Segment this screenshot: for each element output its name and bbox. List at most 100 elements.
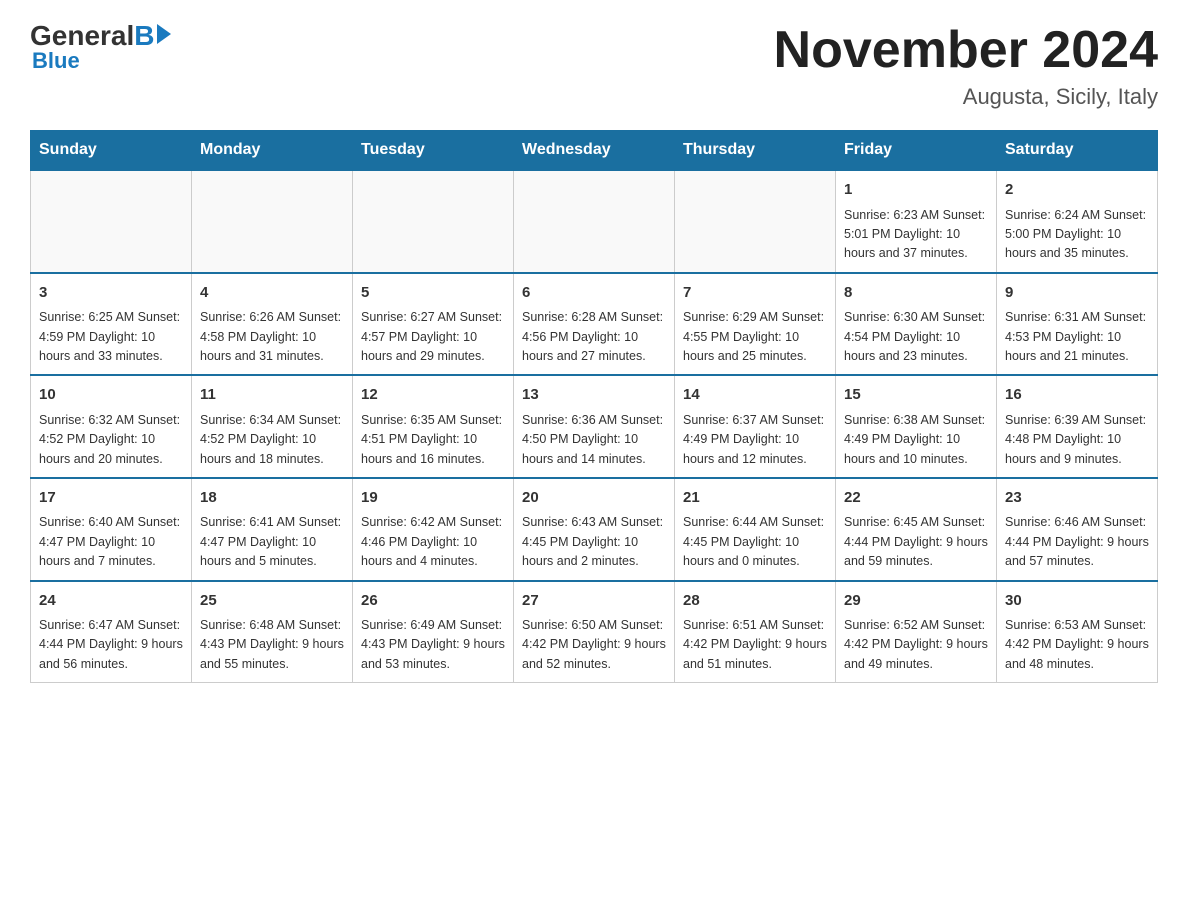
calendar-cell: 30 Sunrise: 6:53 AM Sunset: 4:42 PM Dayli…	[997, 581, 1158, 683]
day-number: 22	[844, 487, 988, 510]
day-info: Sunrise: 6:26 AM Sunset: 4:58 PM Dayligh…	[200, 308, 344, 366]
calendar-cell: 27 Sunrise: 6:50 AM Sunset: 4:42 PM Dayli…	[514, 581, 675, 683]
day-info: Sunrise: 6:36 AM Sunset: 4:50 PM Dayligh…	[522, 411, 666, 469]
day-info: Sunrise: 6:27 AM Sunset: 4:57 PM Dayligh…	[361, 308, 505, 366]
calendar-cell: 12 Sunrise: 6:35 AM Sunset: 4:51 PM Dayli…	[353, 375, 514, 478]
calendar-cell: 22 Sunrise: 6:45 AM Sunset: 4:44 PM Dayli…	[836, 478, 997, 581]
day-info: Sunrise: 6:28 AM Sunset: 4:56 PM Dayligh…	[522, 308, 666, 366]
calendar-header-wednesday: Wednesday	[514, 131, 675, 171]
day-number: 26	[361, 590, 505, 613]
day-number: 29	[844, 590, 988, 613]
day-info: Sunrise: 6:52 AM Sunset: 4:42 PM Dayligh…	[844, 616, 988, 674]
calendar-cell	[192, 170, 353, 273]
day-info: Sunrise: 6:40 AM Sunset: 4:47 PM Dayligh…	[39, 513, 183, 571]
day-number: 11	[200, 384, 344, 407]
calendar-cell: 26 Sunrise: 6:49 AM Sunset: 4:43 PM Dayli…	[353, 581, 514, 683]
day-number: 2	[1005, 179, 1149, 202]
day-number: 1	[844, 179, 988, 202]
day-info: Sunrise: 6:32 AM Sunset: 4:52 PM Dayligh…	[39, 411, 183, 469]
calendar-cell: 28 Sunrise: 6:51 AM Sunset: 4:42 PM Dayli…	[675, 581, 836, 683]
day-info: Sunrise: 6:53 AM Sunset: 4:42 PM Dayligh…	[1005, 616, 1149, 674]
day-info: Sunrise: 6:35 AM Sunset: 4:51 PM Dayligh…	[361, 411, 505, 469]
day-info: Sunrise: 6:45 AM Sunset: 4:44 PM Dayligh…	[844, 513, 988, 571]
calendar-cell: 20Sunrise: 6:43 AM Sunset: 4:45 PM Dayli…	[514, 478, 675, 581]
day-number: 30	[1005, 590, 1149, 613]
calendar-week-2: 3 Sunrise: 6:25 AM Sunset: 4:59 PM Daylig…	[31, 273, 1158, 376]
calendar-week-5: 24 Sunrise: 6:47 AM Sunset: 4:44 PM Dayli…	[31, 581, 1158, 683]
day-info: Sunrise: 6:51 AM Sunset: 4:42 PM Dayligh…	[683, 616, 827, 674]
logo-blue-sub: Blue	[32, 48, 80, 74]
page-title: November 2024	[774, 20, 1158, 80]
calendar-cell: 11 Sunrise: 6:34 AM Sunset: 4:52 PM Dayli…	[192, 375, 353, 478]
calendar-cell: 5 Sunrise: 6:27 AM Sunset: 4:57 PM Daylig…	[353, 273, 514, 376]
calendar-cell: 29 Sunrise: 6:52 AM Sunset: 4:42 PM Dayli…	[836, 581, 997, 683]
calendar-cell: 25Sunrise: 6:48 AM Sunset: 4:43 PM Dayli…	[192, 581, 353, 683]
calendar-cell: 13 Sunrise: 6:36 AM Sunset: 4:50 PM Dayli…	[514, 375, 675, 478]
logo-arrow-icon	[157, 24, 171, 44]
calendar-header-thursday: Thursday	[675, 131, 836, 171]
calendar-table: SundayMondayTuesdayWednesdayThursdayFrid…	[30, 130, 1158, 683]
title-block: November 2024 Augusta, Sicily, Italy	[774, 20, 1158, 110]
day-number: 9	[1005, 282, 1149, 305]
calendar-header-friday: Friday	[836, 131, 997, 171]
day-number: 14	[683, 384, 827, 407]
day-number: 5	[361, 282, 505, 305]
day-number: 20	[522, 487, 666, 510]
logo: General B Blue	[30, 20, 171, 74]
calendar-week-3: 10Sunrise: 6:32 AM Sunset: 4:52 PM Dayli…	[31, 375, 1158, 478]
day-number: 21	[683, 487, 827, 510]
day-info: Sunrise: 6:41 AM Sunset: 4:47 PM Dayligh…	[200, 513, 344, 571]
day-info: Sunrise: 6:39 AM Sunset: 4:48 PM Dayligh…	[1005, 411, 1149, 469]
calendar-cell: 16 Sunrise: 6:39 AM Sunset: 4:48 PM Dayli…	[997, 375, 1158, 478]
day-number: 12	[361, 384, 505, 407]
day-number: 13	[522, 384, 666, 407]
calendar-header-saturday: Saturday	[997, 131, 1158, 171]
calendar-cell: 2 Sunrise: 6:24 AM Sunset: 5:00 PM Daylig…	[997, 170, 1158, 273]
day-number: 27	[522, 590, 666, 613]
page-header: General B Blue November 2024 Augusta, Si…	[30, 20, 1158, 110]
day-info: Sunrise: 6:25 AM Sunset: 4:59 PM Dayligh…	[39, 308, 183, 366]
day-info: Sunrise: 6:34 AM Sunset: 4:52 PM Dayligh…	[200, 411, 344, 469]
calendar-cell: 23 Sunrise: 6:46 AM Sunset: 4:44 PM Dayli…	[997, 478, 1158, 581]
day-number: 24	[39, 590, 183, 613]
calendar-cell	[514, 170, 675, 273]
calendar-header-tuesday: Tuesday	[353, 131, 514, 171]
calendar-cell	[353, 170, 514, 273]
day-info: Sunrise: 6:31 AM Sunset: 4:53 PM Dayligh…	[1005, 308, 1149, 366]
day-info: Sunrise: 6:42 AM Sunset: 4:46 PM Dayligh…	[361, 513, 505, 571]
day-info: Sunrise: 6:29 AM Sunset: 4:55 PM Dayligh…	[683, 308, 827, 366]
calendar-week-4: 17 Sunrise: 6:40 AM Sunset: 4:47 PM Dayli…	[31, 478, 1158, 581]
calendar-cell: 24 Sunrise: 6:47 AM Sunset: 4:44 PM Dayli…	[31, 581, 192, 683]
calendar-cell: 21 Sunrise: 6:44 AM Sunset: 4:45 PM Dayli…	[675, 478, 836, 581]
day-info: Sunrise: 6:46 AM Sunset: 4:44 PM Dayligh…	[1005, 513, 1149, 571]
day-info: Sunrise: 6:47 AM Sunset: 4:44 PM Dayligh…	[39, 616, 183, 674]
day-info: Sunrise: 6:37 AM Sunset: 4:49 PM Dayligh…	[683, 411, 827, 469]
day-info: Sunrise: 6:44 AM Sunset: 4:45 PM Dayligh…	[683, 513, 827, 571]
day-number: 4	[200, 282, 344, 305]
day-info: Sunrise: 6:49 AM Sunset: 4:43 PM Dayligh…	[361, 616, 505, 674]
day-info: Sunrise: 6:30 AM Sunset: 4:54 PM Dayligh…	[844, 308, 988, 366]
day-info: Sunrise: 6:24 AM Sunset: 5:00 PM Dayligh…	[1005, 206, 1149, 264]
calendar-cell: 8 Sunrise: 6:30 AM Sunset: 4:54 PM Daylig…	[836, 273, 997, 376]
calendar-cell: 3 Sunrise: 6:25 AM Sunset: 4:59 PM Daylig…	[31, 273, 192, 376]
day-number: 3	[39, 282, 183, 305]
calendar-cell: 19Sunrise: 6:42 AM Sunset: 4:46 PM Dayli…	[353, 478, 514, 581]
day-number: 17	[39, 487, 183, 510]
day-number: 8	[844, 282, 988, 305]
day-number: 6	[522, 282, 666, 305]
day-number: 18	[200, 487, 344, 510]
day-number: 16	[1005, 384, 1149, 407]
calendar-cell: 4 Sunrise: 6:26 AM Sunset: 4:58 PM Daylig…	[192, 273, 353, 376]
calendar-cell: 15Sunrise: 6:38 AM Sunset: 4:49 PM Dayli…	[836, 375, 997, 478]
day-number: 23	[1005, 487, 1149, 510]
calendar-body: 1Sunrise: 6:23 AM Sunset: 5:01 PM Daylig…	[31, 170, 1158, 683]
calendar-cell: 9 Sunrise: 6:31 AM Sunset: 4:53 PM Daylig…	[997, 273, 1158, 376]
calendar-header: SundayMondayTuesdayWednesdayThursdayFrid…	[31, 131, 1158, 171]
calendar-week-1: 1Sunrise: 6:23 AM Sunset: 5:01 PM Daylig…	[31, 170, 1158, 273]
day-info: Sunrise: 6:50 AM Sunset: 4:42 PM Dayligh…	[522, 616, 666, 674]
calendar-cell	[675, 170, 836, 273]
calendar-cell: 6 Sunrise: 6:28 AM Sunset: 4:56 PM Daylig…	[514, 273, 675, 376]
day-number: 25	[200, 590, 344, 613]
page-subtitle: Augusta, Sicily, Italy	[774, 84, 1158, 110]
day-number: 28	[683, 590, 827, 613]
